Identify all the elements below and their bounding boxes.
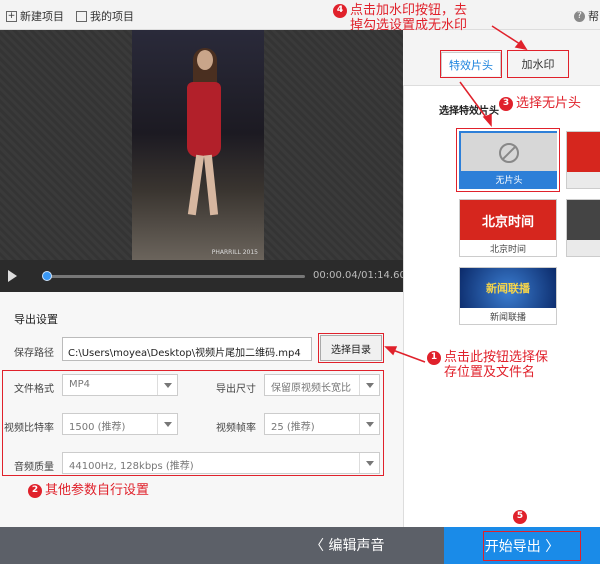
annotation-4: 4 点击加水印按钮，去 掉勾选设置成无水印 — [333, 3, 467, 33]
annotation-1: 1 点击此按钮选择保 存位置及文件名 — [427, 350, 548, 380]
annotation-arrows — [384, 25, 528, 363]
annotation-3: 3 选择无片头 — [499, 96, 581, 111]
annotation-2: 2 其他参数自行设置 — [28, 483, 149, 498]
annotation-5: 5 — [513, 509, 530, 524]
